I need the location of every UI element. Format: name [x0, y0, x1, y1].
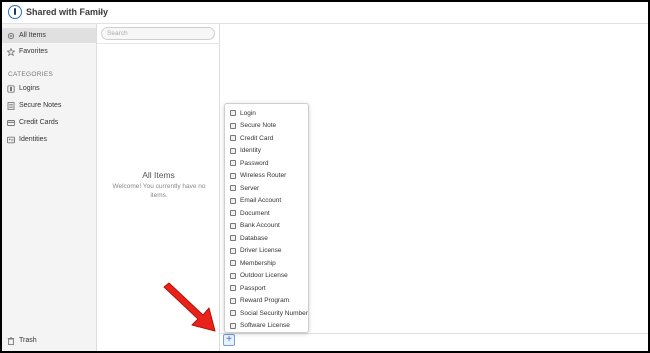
sidebar-item-credit-cards[interactable]: Credit Cards [2, 115, 96, 130]
menu-item-login[interactable]: Login [225, 107, 310, 120]
sidebar-item-label: Trash [19, 337, 37, 344]
menu-item-membership[interactable]: Membership [225, 257, 310, 270]
menu-item-label: Email Account [240, 197, 282, 205]
menu-item-label: Identity [240, 147, 261, 155]
email-icon [230, 197, 236, 204]
empty-state-title: All Items [142, 170, 175, 180]
menu-item-identity[interactable]: Identity [225, 145, 310, 158]
menu-item-label: Credit Card [240, 134, 274, 142]
menu-item-social-security-number[interactable]: Social Security Number [225, 307, 310, 320]
categories-heading: CATEGORIES [8, 71, 54, 78]
social-security-icon [230, 310, 236, 317]
empty-state-message: Welcome! You currently have no items. [112, 183, 206, 199]
sidebar-item-logins[interactable]: Logins [2, 81, 96, 96]
identity-icon [7, 136, 15, 143]
sidebar-item-identities[interactable]: Identities [2, 132, 96, 147]
sidebar-item-favorites[interactable]: Favorites [2, 44, 96, 59]
login-icon [7, 84, 15, 93]
sidebar-item-label: Favorites [19, 48, 48, 55]
sidebar-item-label: Credit Cards [19, 119, 59, 126]
sidebar-item-label: Logins [19, 85, 40, 92]
login-icon [230, 110, 236, 117]
new-item-menu: Login Secure Note Credit Card Identity P… [224, 103, 309, 333]
menu-item-outdoor-license[interactable]: Outdoor License [225, 270, 310, 283]
menu-item-credit-card[interactable]: Credit Card [225, 132, 310, 145]
membership-icon [230, 260, 236, 267]
wifi-icon [230, 172, 236, 179]
menu-item-reward-program[interactable]: Reward Program [225, 295, 310, 308]
driver-license-icon [230, 247, 236, 254]
menu-item-password[interactable]: Password [225, 157, 310, 170]
menu-item-label: Wireless Router [240, 172, 287, 180]
sidebar-item-trash[interactable]: Trash [2, 333, 96, 348]
trash-icon [7, 336, 15, 345]
sidebar-item-label: Secure Notes [19, 102, 62, 109]
divider [97, 43, 220, 44]
note-icon [230, 122, 236, 129]
passport-icon [230, 285, 236, 292]
menu-item-label: Driver License [240, 247, 282, 255]
sidebar-item-all-items[interactable]: All Items [2, 28, 96, 43]
menu-item-label: Server [240, 184, 260, 192]
menu-item-secure-note[interactable]: Secure Note [225, 120, 310, 133]
outdoor-license-icon [230, 272, 236, 279]
menu-item-label: Database [240, 234, 268, 242]
reward-icon [230, 297, 236, 304]
bottom-toolbar [220, 333, 648, 351]
menu-item-driver-license[interactable]: Driver License [225, 245, 310, 258]
sidebar-item-label: All Items [19, 32, 46, 39]
red-arrow-icon [163, 282, 216, 332]
chevron-down-icon[interactable]: ⌄ [98, 7, 105, 16]
menu-item-label: Reward Program [240, 297, 290, 305]
menu-item-email-account[interactable]: Email Account [225, 195, 310, 208]
menu-item-label: Password [240, 159, 269, 167]
menu-item-label: Software License [240, 322, 290, 330]
identity-icon [230, 147, 236, 154]
menu-item-label: Outdoor License [240, 272, 288, 280]
menu-item-software-license[interactable]: Software License [225, 320, 310, 333]
menu-item-server[interactable]: Server [225, 182, 310, 195]
vault-logo-icon[interactable] [8, 5, 22, 19]
star-icon [7, 47, 15, 56]
menu-item-document[interactable]: Document [225, 207, 310, 220]
sidebar-item-label: Identities [19, 136, 48, 143]
menu-item-passport[interactable]: Passport [225, 282, 310, 295]
menu-item-label: Membership [240, 259, 276, 267]
key-icon [230, 160, 236, 167]
bank-icon [230, 222, 236, 229]
menu-item-label: Passport [240, 284, 266, 292]
menu-item-label: Social Security Number [240, 309, 308, 317]
sidebar: All Items Favorites CATEGORIES Logins Se… [2, 24, 97, 351]
note-icon [7, 101, 15, 110]
server-icon [230, 185, 236, 192]
credit-card-icon [230, 135, 236, 142]
menu-item-wireless-router[interactable]: Wireless Router [225, 170, 310, 183]
menu-item-bank-account[interactable]: Bank Account [225, 220, 310, 233]
credit-card-icon [7, 119, 15, 126]
menu-item-label: Secure Note [240, 122, 277, 130]
app-window: Shared with Family ⌄ All Items Favorites… [2, 2, 648, 351]
database-icon [230, 235, 236, 242]
add-item-button[interactable]: + [223, 334, 235, 346]
gear-icon [7, 32, 15, 39]
title-bar: Shared with Family ⌄ [2, 2, 648, 24]
software-license-icon [230, 322, 236, 329]
menu-item-label: Bank Account [240, 222, 280, 230]
document-icon [230, 210, 236, 217]
search-input[interactable] [101, 27, 215, 40]
menu-item-label: Document [240, 209, 270, 217]
menu-item-database[interactable]: Database [225, 232, 310, 245]
menu-item-label: Login [240, 109, 256, 117]
sidebar-item-secure-notes[interactable]: Secure Notes [2, 98, 96, 113]
vault-name[interactable]: Shared with Family [26, 7, 108, 17]
